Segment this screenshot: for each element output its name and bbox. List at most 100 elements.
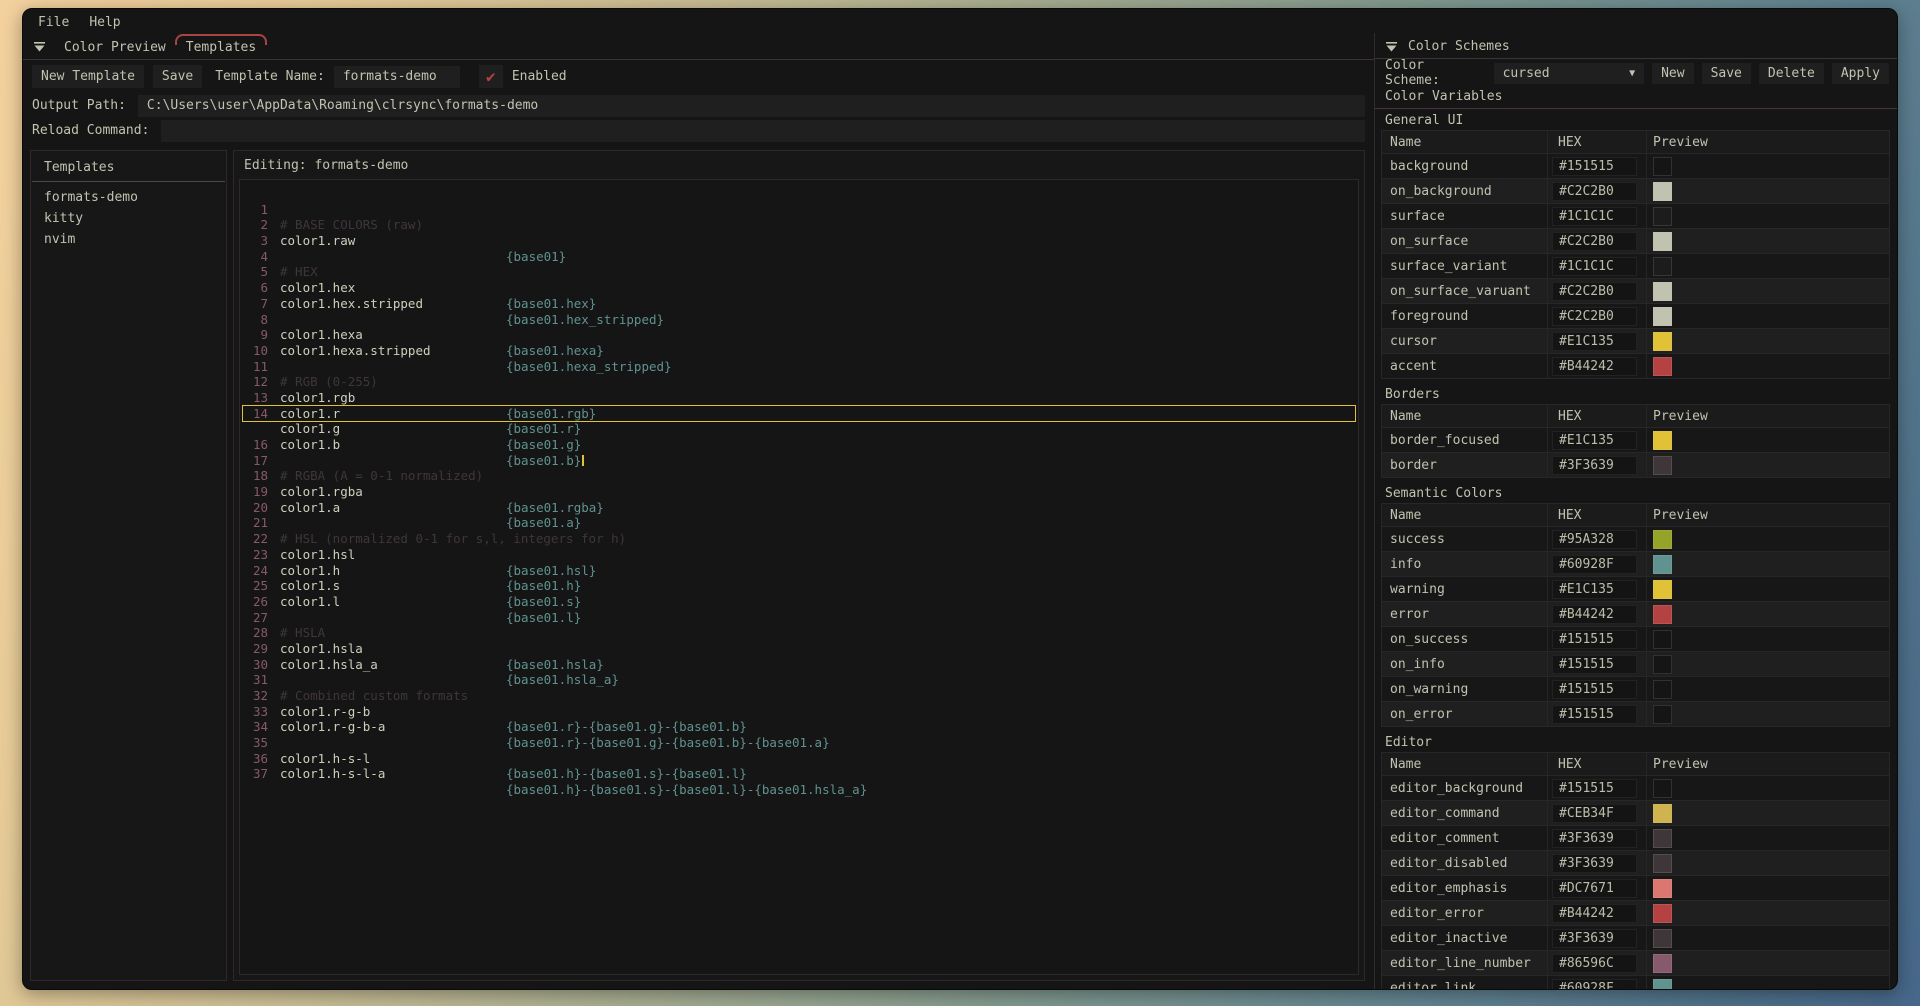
hex-input[interactable]: #E1C135 <box>1552 431 1637 450</box>
code-line[interactable]: 27 # HSLA <box>240 594 1358 610</box>
color-swatch[interactable] <box>1653 207 1672 226</box>
color-swatch[interactable] <box>1653 157 1672 176</box>
output-path-input[interactable] <box>138 95 1365 117</box>
color-swatch[interactable] <box>1653 954 1672 973</box>
color-swatch[interactable] <box>1653 779 1672 798</box>
code-line[interactable]: 31 # Combined custom formats <box>240 657 1358 673</box>
hex-input[interactable]: #60928F <box>1552 555 1637 574</box>
hex-input[interactable]: #151515 <box>1552 630 1637 649</box>
code-line[interactable]: 8 color1.hexa {base01.hexa} <box>240 296 1358 312</box>
template-list-item[interactable]: formats-demo <box>31 187 226 208</box>
menu-help[interactable]: Help <box>89 15 120 30</box>
code-line[interactable]: 32 color1.r-g-b {base01.r}-{base01.g}-{b… <box>240 672 1358 688</box>
code-line[interactable]: 10 <box>240 327 1358 343</box>
color-swatch[interactable] <box>1653 530 1672 549</box>
code-line[interactable]: 20 <box>240 484 1358 500</box>
scheme-delete-button[interactable]: Delete <box>1759 63 1824 84</box>
code-line[interactable]: 19 color1.a {base01.a} <box>240 468 1358 484</box>
reload-command-input[interactable] <box>161 120 1365 142</box>
hex-input[interactable]: #151515 <box>1552 655 1637 674</box>
code-line[interactable]: 29 color1.hsla_a {base01.hsla_a} <box>240 625 1358 641</box>
code-line[interactable]: 2 color1.raw {base01} <box>240 202 1358 218</box>
hex-input[interactable]: #E1C135 <box>1552 332 1637 351</box>
code-line[interactable]: 28 color1.hsla {base01.hsla} <box>240 610 1358 626</box>
template-list-item[interactable]: kitty <box>31 208 226 229</box>
code-line[interactable]: 9 color1.hexa.stripped {base01.hexa_stri… <box>240 312 1358 328</box>
save-template-button[interactable]: Save <box>153 65 202 88</box>
code-line[interactable]: 1 # BASE COLORS (raw) <box>240 186 1358 202</box>
hex-input[interactable]: #C2C2B0 <box>1552 182 1637 201</box>
color-swatch[interactable] <box>1653 854 1672 873</box>
code-line[interactable]: 37 <box>240 751 1358 767</box>
collapse-icon[interactable] <box>1385 41 1398 53</box>
code-line[interactable]: 21 # HSL (normalized 0-1 for s,l, intege… <box>240 500 1358 516</box>
code-line[interactable]: 22 color1.hsl {base01.hsl} <box>240 515 1358 531</box>
hex-input[interactable]: #C2C2B0 <box>1552 282 1637 301</box>
hex-input[interactable]: #B44242 <box>1552 904 1637 923</box>
code-line[interactable]: 26 <box>240 578 1358 594</box>
color-scheme-dropdown[interactable]: cursed ▼ <box>1494 63 1644 84</box>
color-swatch[interactable] <box>1653 904 1672 923</box>
color-swatch[interactable] <box>1653 829 1672 848</box>
tab-color-preview[interactable]: Color Preview <box>62 38 168 57</box>
collapse-icon[interactable] <box>33 41 46 53</box>
hex-input[interactable]: #1C1C1C <box>1552 257 1637 276</box>
hex-input[interactable]: #3F3639 <box>1552 929 1637 948</box>
hex-input[interactable]: #DC7671 <box>1552 879 1637 898</box>
code-line[interactable]: 17 # RGBA (A = 0-1 normalized) <box>240 437 1358 453</box>
code-line[interactable]: 34 <box>240 704 1358 720</box>
hex-input[interactable]: #60928F <box>1552 979 1637 990</box>
color-swatch[interactable] <box>1653 282 1672 301</box>
hex-input[interactable]: #95A328 <box>1552 530 1637 549</box>
hex-input[interactable]: #3F3639 <box>1552 854 1637 873</box>
scheme-save-button[interactable]: Save <box>1702 63 1751 84</box>
code-line[interactable]: 30 <box>240 641 1358 657</box>
scheme-apply-button[interactable]: Apply <box>1832 63 1889 84</box>
code-line[interactable]: 33 color1.r-g-b-a {base01.r}-{base01.g}-… <box>240 688 1358 704</box>
template-name-input[interactable] <box>334 66 460 88</box>
color-swatch[interactable] <box>1653 630 1672 649</box>
color-swatch[interactable] <box>1653 332 1672 351</box>
color-swatch[interactable] <box>1653 357 1672 376</box>
color-swatch[interactable] <box>1653 232 1672 251</box>
color-swatch[interactable] <box>1653 879 1672 898</box>
code-line[interactable]: color1.b {base01.b} <box>240 406 1358 422</box>
code-line[interactable]: 12 color1.rgb {base01.rgb} <box>240 359 1358 375</box>
code-line[interactable]: 23 color1.h {base01.h} <box>240 531 1358 547</box>
color-swatch[interactable] <box>1653 929 1672 948</box>
hex-input[interactable]: #B44242 <box>1552 605 1637 624</box>
code-editor[interactable]: 1 # BASE COLORS (raw) 2 color1.raw {base… <box>239 179 1359 975</box>
code-line[interactable]: 4 # HEX <box>240 233 1358 249</box>
color-swatch[interactable] <box>1653 580 1672 599</box>
code-line[interactable]: 14 color1.g {base01.g} <box>240 390 1358 406</box>
color-swatch[interactable] <box>1653 655 1672 674</box>
scheme-new-button[interactable]: New <box>1652 63 1693 84</box>
color-variables-scroll[interactable]: General UI Name HEX Preview background #… <box>1375 109 1897 989</box>
hex-input[interactable]: #151515 <box>1552 779 1637 798</box>
code-line[interactable]: 24 color1.s {base01.s} <box>240 547 1358 563</box>
code-line[interactable]: 18 color1.rgba {base01.rgba} <box>240 453 1358 469</box>
hex-input[interactable]: #151515 <box>1552 680 1637 699</box>
hex-input[interactable]: #3F3639 <box>1552 456 1637 475</box>
color-swatch[interactable] <box>1653 605 1672 624</box>
color-swatch[interactable] <box>1653 257 1672 276</box>
code-line[interactable]: 25 color1.l {base01.l} <box>240 563 1358 579</box>
code-line[interactable]: 5 color1.hex {base01.hex} <box>240 249 1358 265</box>
color-swatch[interactable] <box>1653 555 1672 574</box>
hex-input[interactable]: #B44242 <box>1552 357 1637 376</box>
code-line[interactable]: 7 <box>240 280 1358 296</box>
hex-input[interactable]: #C2C2B0 <box>1552 232 1637 251</box>
color-swatch[interactable] <box>1653 979 1672 990</box>
code-line[interactable]: 11 # RGB (0-255) <box>240 343 1358 359</box>
hex-input[interactable]: #151515 <box>1552 157 1637 176</box>
hex-input[interactable]: #3F3639 <box>1552 829 1637 848</box>
color-swatch[interactable] <box>1653 456 1672 475</box>
menu-file[interactable]: File <box>38 15 69 30</box>
enabled-checkbox[interactable]: ✔ <box>479 65 503 88</box>
color-swatch[interactable] <box>1653 431 1672 450</box>
hex-input[interactable]: #86596C <box>1552 954 1637 973</box>
code-line[interactable]: 6 color1.hex.stripped {base01.hex_stripp… <box>240 264 1358 280</box>
tab-templates[interactable]: Templates <box>184 38 258 57</box>
color-swatch[interactable] <box>1653 680 1672 699</box>
color-swatch[interactable] <box>1653 804 1672 823</box>
